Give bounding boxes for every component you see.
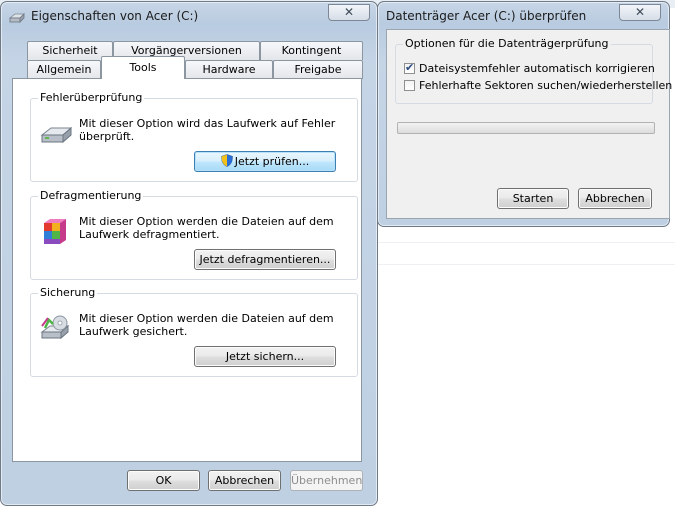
defrag-icon	[44, 219, 66, 244]
group-description: Mit dieser Option werden die Dateien auf…	[79, 312, 334, 338]
group-label: Fehlerüberprüfung	[38, 91, 145, 104]
progress-bar	[397, 122, 655, 134]
tab-tools[interactable]: Tools	[101, 56, 185, 79]
apply-button[interactable]: Übernehmen	[290, 470, 363, 491]
start-button[interactable]: Starten	[497, 188, 569, 209]
checkdisk-panel: Optionen für die Datenträgerprüfung ✔ Dat…	[386, 29, 672, 219]
uac-shield-icon	[220, 154, 233, 167]
group-description: Mit dieser Option wird das Laufwerk auf …	[79, 117, 336, 143]
tools-tab-panel: Fehlerüberprüfung Mit dieser Option wird…	[12, 78, 362, 462]
drive-icon	[40, 126, 73, 144]
defrag-now-button[interactable]: Jetzt defragmentieren...	[194, 249, 336, 270]
error-check-group: Fehlerüberprüfung Mit dieser Option wird…	[30, 91, 358, 182]
group-label: Defragmentierung	[38, 189, 144, 202]
cancel-button[interactable]: Abbrechen	[578, 188, 652, 209]
checkmark-icon: ✔	[405, 61, 415, 74]
window-title: Datenträger Acer (C:) überprüfen	[386, 9, 587, 23]
check-now-button[interactable]: Jetzt prüfen...	[194, 151, 336, 172]
tab-allgemein[interactable]: Allgemein	[27, 60, 101, 79]
close-button[interactable]: ✕	[328, 4, 370, 21]
backup-now-button[interactable]: Jetzt sichern...	[194, 346, 336, 367]
drive-title-icon	[9, 13, 25, 23]
checkbox[interactable]	[404, 80, 415, 91]
checkbox[interactable]: ✔	[404, 61, 415, 74]
group-label: Optionen für die Datenträgerprüfung	[403, 37, 611, 50]
group-description: Mit dieser Option werden die Dateien auf…	[79, 215, 334, 241]
group-label: Sicherung	[38, 286, 98, 299]
background-list	[378, 228, 675, 508]
check-now-label: Jetzt prüfen...	[234, 155, 310, 168]
window-title: Eigenschaften von Acer (C:)	[31, 9, 199, 23]
tab-freigabe[interactable]: Freigabe	[273, 60, 363, 79]
checkdisk-window: Datenträger Acer (C:) überprüfen ✕ Optio…	[377, 1, 672, 227]
backup-icon	[40, 315, 70, 340]
options-group: Optionen für die Datenträgerprüfung ✔ Dat…	[395, 37, 672, 104]
backup-group: Sicherung Mit dieser Option werden die D…	[30, 286, 358, 377]
option-label: Fehlerhafte Sektoren suchen/wiederherste…	[419, 79, 673, 92]
option-label: Dateisystemfehler automatisch korrigiere…	[419, 62, 655, 75]
defrag-group: Defragmentierung Mit dieser Option werde…	[30, 189, 358, 280]
properties-window: Eigenschaften von Acer (C:) ✕ Sicherheit…	[0, 1, 378, 506]
ok-button[interactable]: OK	[127, 470, 200, 491]
close-button[interactable]: ✕	[619, 4, 661, 21]
option-fix-errors[interactable]: ✔ Dateisystemfehler automatisch korrigier…	[404, 61, 655, 76]
option-scan-sectors[interactable]: Fehlerhafte Sektoren suchen/wiederherste…	[404, 79, 672, 93]
cancel-button[interactable]: Abbrechen	[208, 470, 281, 491]
tab-hardware[interactable]: Hardware	[185, 60, 273, 79]
tab-kontingent[interactable]: Kontingent	[260, 41, 363, 60]
